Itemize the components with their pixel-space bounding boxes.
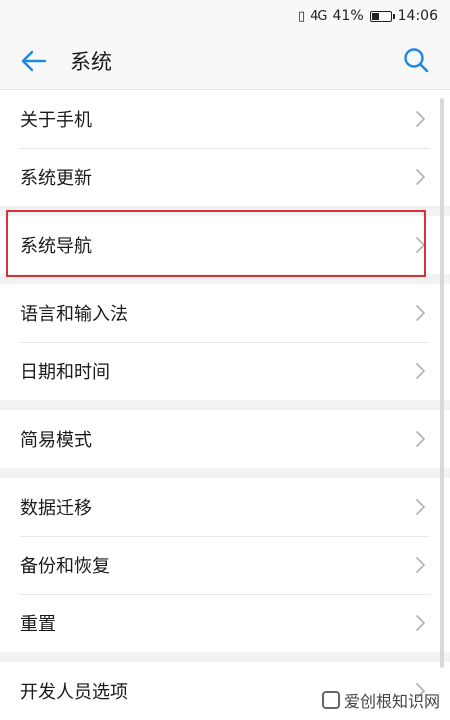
watermark: 爱创根知识网 [321,688,440,712]
chevron-right-icon [416,363,425,379]
group-separator [0,206,450,216]
chevron-right-icon [416,111,425,127]
settings-list[interactable]: 关于手机系统更新系统导航语言和输入法 日期和时间简易模式数据迁移备份和恢复重置开发… [0,90,450,720]
settings-row[interactable]: 简易模式 [0,410,450,468]
settings-row[interactable]: 重置 [0,594,450,652]
settings-row-label: 语言和输入法 [20,304,128,325]
page-title: 系统 [70,49,112,74]
chevron-right-icon [416,169,425,185]
settings-row[interactable]: 日期和时间 [0,342,450,400]
settings-row[interactable]: 系统更新 [0,148,450,206]
settings-groups: 关于手机系统更新系统导航语言和输入法 日期和时间简易模式数据迁移备份和恢复重置开发… [0,90,450,720]
settings-row-label: 简易模式 [20,430,92,451]
group-separator [0,652,450,662]
app-bar: 系统 [0,32,450,90]
settings-group: 数据迁移备份和恢复重置 [0,478,450,652]
chevron-right-icon [416,557,425,573]
watermark-logo-icon [321,691,340,709]
settings-row-label: 重置 [20,614,56,635]
scrollbar[interactable] [440,98,444,668]
group-separator [0,400,450,410]
group-separator [0,468,450,478]
settings-row[interactable]: 语言和输入法 [0,284,450,342]
settings-group: 关于手机 系统更新 [0,90,450,206]
settings-group: 系统导航 [0,216,450,274]
status-bar: ▯ 4G 41% 14:06 [0,0,450,32]
signal-icon: 4G [310,8,327,24]
group-separator [0,274,450,284]
settings-row-label: 备份和恢复 [20,556,110,577]
vibrate-icon: ▯ [298,8,305,24]
search-button[interactable] [396,40,436,80]
settings-group: 简易模式 [0,410,450,468]
back-button[interactable] [12,39,56,83]
settings-row[interactable]: 数据迁移 [0,478,450,536]
settings-row[interactable]: 备份和恢复 [0,536,450,594]
battery-icon [369,10,395,22]
settings-row-label: 开发人员选项 [20,682,128,703]
battery-fill [371,12,379,20]
chevron-right-icon [416,431,425,447]
battery-percent: 41% [332,8,364,24]
settings-row-label: 数据迁移 [20,498,92,519]
settings-row-label: 系统更新 [20,168,92,189]
search-icon [404,48,429,73]
settings-row[interactable]: 系统导航 [0,216,450,274]
settings-row[interactable]: 关于手机 [0,90,450,148]
chevron-right-icon [416,615,425,631]
chevron-right-icon [416,305,425,321]
settings-row-label: 系统导航 [20,236,92,257]
settings-row-label: 日期和时间 [20,362,110,383]
chevron-right-icon [416,499,425,515]
watermark-text: 爱创根知识网 [343,692,440,711]
arrow-left-icon [21,50,47,71]
clock: 14:06 [397,8,438,24]
settings-row-label: 关于手机 [20,110,92,131]
settings-group: 语言和输入法 日期和时间 [0,284,450,400]
chevron-right-icon [416,237,425,253]
